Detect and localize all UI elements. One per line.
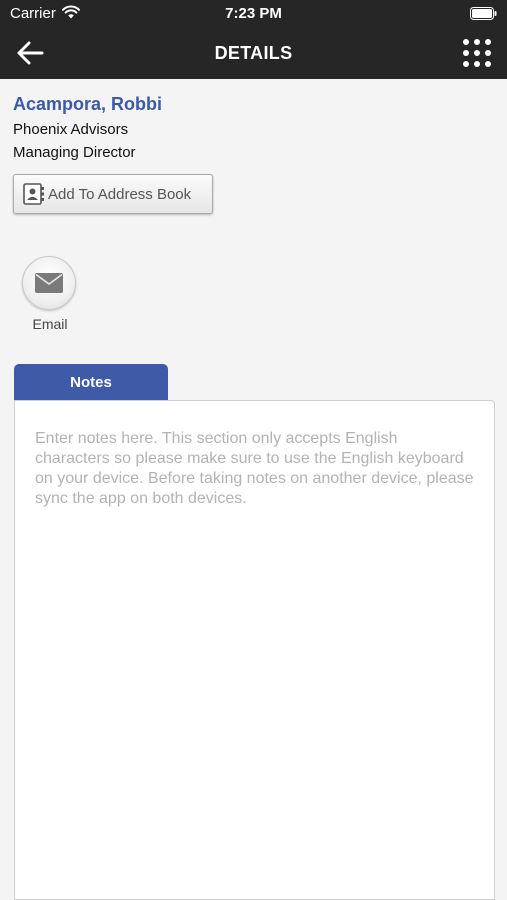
battery-icon — [470, 7, 497, 20]
nav-bar: DETAILS — [0, 28, 507, 79]
envelope-icon — [35, 273, 63, 293]
contact-name: Acampora, Robbi — [13, 94, 163, 114]
grid-menu-icon — [463, 39, 491, 67]
page-title: DETAILS — [214, 43, 293, 63]
address-book-icon — [23, 183, 44, 205]
email-button[interactable]: Email — [18, 254, 82, 334]
notes-input[interactable] — [15, 401, 494, 899]
notes-panel — [14, 400, 495, 900]
contact-job-title: Managing Director — [13, 144, 136, 161]
email-label: Email — [32, 316, 68, 332]
email-circle — [22, 256, 76, 310]
contact-company: Phoenix Advisors — [13, 121, 129, 138]
clock: 7:23 PM — [225, 5, 282, 22]
details-screen: Carrier 7:23 PM DETAILS Acampora, Robbi … — [0, 0, 507, 900]
menu-button[interactable] — [461, 37, 493, 69]
top-bar: Carrier 7:23 PM DETAILS — [0, 0, 507, 79]
tab-notes[interactable]: Notes — [14, 364, 168, 400]
add-to-address-book-button[interactable]: Add To Address Book — [13, 174, 213, 214]
status-bar: Carrier 7:23 PM — [0, 0, 507, 28]
add-to-address-book-label: Add To Address Book — [48, 185, 192, 203]
